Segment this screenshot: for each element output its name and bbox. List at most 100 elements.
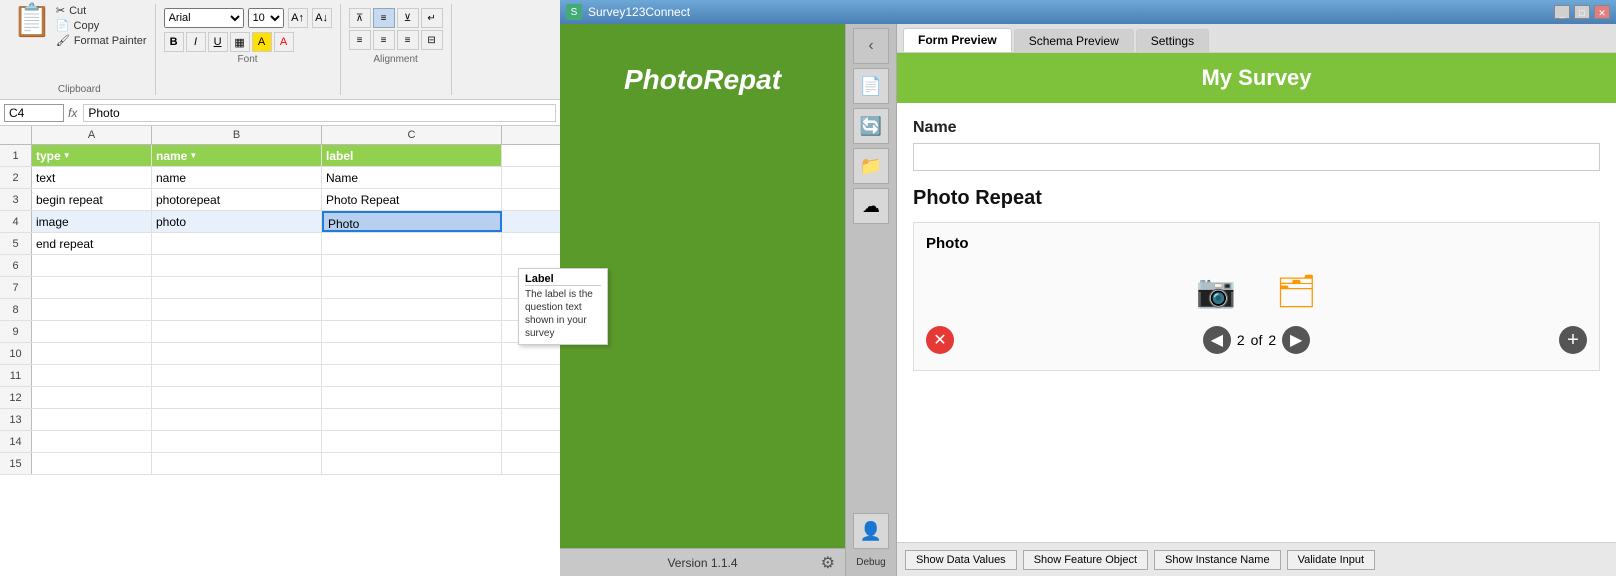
cell-b10[interactable]: [152, 343, 322, 364]
copy-label: Copy: [74, 20, 100, 32]
cell-b7[interactable]: [152, 277, 322, 298]
cell-c7[interactable]: [322, 277, 502, 298]
bold-button[interactable]: B: [164, 32, 184, 52]
upload-icon-button[interactable]: ☁: [853, 188, 889, 224]
format-painter-button[interactable]: 🖌 Format Painter: [56, 34, 147, 47]
cell-b15[interactable]: [152, 453, 322, 474]
cell-a4[interactable]: image: [32, 211, 152, 232]
cell-c5[interactable]: [322, 233, 502, 254]
cell-a15[interactable]: [32, 453, 152, 474]
tab-form-preview[interactable]: Form Preview: [903, 28, 1012, 52]
cell-a14[interactable]: [32, 431, 152, 452]
cell-a13[interactable]: [32, 409, 152, 430]
cell-b6[interactable]: [152, 255, 322, 276]
cut-button[interactable]: ✂ Cut: [56, 4, 147, 17]
cell-a12[interactable]: [32, 387, 152, 408]
filter-arrow-a[interactable]: ▼: [63, 145, 71, 166]
cell-a3[interactable]: begin repeat: [32, 189, 152, 210]
show-data-values-button[interactable]: Show Data Values: [905, 550, 1017, 570]
cell-a5[interactable]: end repeat: [32, 233, 152, 254]
align-center-button[interactable]: ≡: [373, 30, 395, 50]
border-button[interactable]: ▦: [230, 32, 250, 52]
tab-settings[interactable]: Settings: [1136, 29, 1209, 52]
italic-button[interactable]: I: [186, 32, 206, 52]
cell-c13[interactable]: [322, 409, 502, 430]
cell-b3[interactable]: photorepeat: [152, 189, 322, 210]
filter-arrow-b[interactable]: ▼: [189, 145, 197, 166]
cell-b8[interactable]: [152, 299, 322, 320]
cell-c4[interactable]: Photo: [322, 211, 502, 232]
current-repeat: 2: [1237, 332, 1245, 348]
underline-button[interactable]: U: [208, 32, 228, 52]
cell-a6[interactable]: [32, 255, 152, 276]
align-center-v-button[interactable]: ≡: [373, 8, 395, 28]
cell-c11[interactable]: [322, 365, 502, 386]
tab-schema-preview[interactable]: Schema Preview: [1014, 29, 1134, 52]
cell-c12[interactable]: [322, 387, 502, 408]
cell-c10[interactable]: [322, 343, 502, 364]
name-field-input[interactable]: [913, 143, 1600, 171]
row-number: 13: [0, 409, 32, 430]
cell-c14[interactable]: [322, 431, 502, 452]
cell-a9[interactable]: [32, 321, 152, 342]
cell-c9[interactable]: [322, 321, 502, 342]
delete-repeat-button[interactable]: ✕: [926, 326, 954, 354]
cell-c8[interactable]: [322, 299, 502, 320]
cell-b1[interactable]: name ▼: [152, 145, 322, 166]
cell-b2[interactable]: name: [152, 167, 322, 188]
camera-button[interactable]: 📷: [1196, 272, 1236, 310]
add-repeat-button[interactable]: +: [1559, 326, 1587, 354]
merge-button[interactable]: ⊟: [421, 30, 443, 50]
cell-c3[interactable]: Photo Repeat: [322, 189, 502, 210]
close-button[interactable]: ✕: [1594, 5, 1610, 19]
font-name-select[interactable]: Arial: [164, 8, 244, 28]
cell-b4[interactable]: photo: [152, 211, 322, 232]
cell-b14[interactable]: [152, 431, 322, 452]
prev-repeat-button[interactable]: ◀: [1203, 326, 1231, 354]
user-icon-button[interactable]: 👤: [853, 513, 889, 549]
back-button[interactable]: ‹: [853, 28, 889, 64]
cell-a10[interactable]: [32, 343, 152, 364]
cell-c2[interactable]: Name: [322, 167, 502, 188]
cell-b5[interactable]: [152, 233, 322, 254]
cell-c15[interactable]: [322, 453, 502, 474]
align-top-button[interactable]: ⊼: [349, 8, 371, 28]
paste-button[interactable]: 📋: [12, 4, 52, 36]
cell-b13[interactable]: [152, 409, 322, 430]
align-right-button[interactable]: ≡: [397, 30, 419, 50]
cell-a1[interactable]: type ▼: [32, 145, 152, 166]
validate-input-button[interactable]: Validate Input: [1287, 550, 1375, 570]
gear-icon[interactable]: ⚙: [821, 553, 835, 573]
maximize-button[interactable]: □: [1574, 5, 1590, 19]
show-instance-name-button[interactable]: Show Instance Name: [1154, 550, 1281, 570]
minimize-button[interactable]: _: [1554, 5, 1570, 19]
gallery-button[interactable]: 🗂: [1276, 272, 1317, 310]
cell-a11[interactable]: [32, 365, 152, 386]
folder-icon-button[interactable]: 📁: [853, 148, 889, 184]
increase-font-button[interactable]: A↑: [288, 8, 308, 28]
cell-b11[interactable]: [152, 365, 322, 386]
fill-color-button[interactable]: A: [252, 32, 272, 52]
wrap-text-button[interactable]: ↵: [421, 8, 443, 28]
document-icon-button[interactable]: 📄: [853, 68, 889, 104]
cell-a2[interactable]: text: [32, 167, 152, 188]
show-feature-object-button[interactable]: Show Feature Object: [1023, 550, 1148, 570]
copy-button[interactable]: 📄 Copy: [56, 19, 147, 32]
cell-ref-input[interactable]: [4, 104, 64, 122]
cell-c1[interactable]: label: [322, 145, 502, 166]
font-size-select[interactable]: 10: [248, 8, 284, 28]
align-bottom-button[interactable]: ⊻: [397, 8, 419, 28]
cell-c6[interactable]: [322, 255, 502, 276]
cell-a7[interactable]: [32, 277, 152, 298]
survey-window: S Survey123Connect _ □ ✕ PhotoRepat ‹ 📄 …: [560, 0, 1616, 576]
font-color-button[interactable]: A: [274, 32, 294, 52]
align-left-button[interactable]: ≡: [349, 30, 371, 50]
decrease-font-button[interactable]: A↓: [312, 8, 332, 28]
refresh-icon-button[interactable]: 🔄: [853, 108, 889, 144]
cell-a8[interactable]: [32, 299, 152, 320]
formula-input[interactable]: [83, 104, 556, 122]
cell-b12[interactable]: [152, 387, 322, 408]
repeat-box: Photo 📷 🗂 ✕ ◀ 2 of 2 ▶: [913, 222, 1600, 371]
next-repeat-button[interactable]: ▶: [1282, 326, 1310, 354]
cell-b9[interactable]: [152, 321, 322, 342]
